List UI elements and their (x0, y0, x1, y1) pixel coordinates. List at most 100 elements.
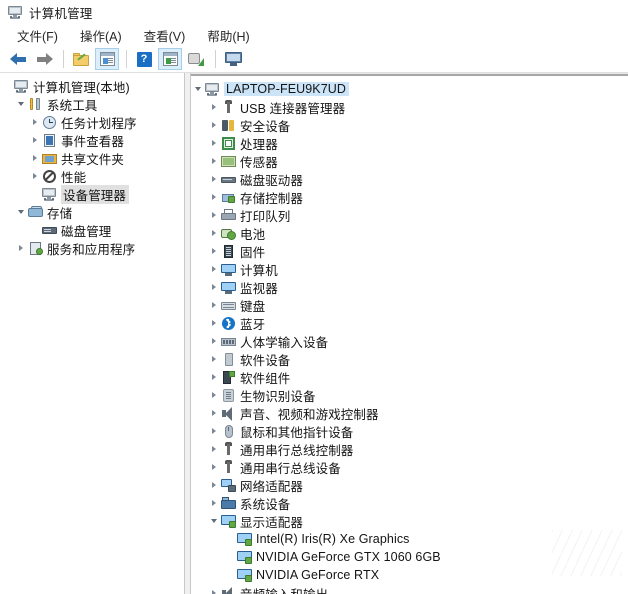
device-category-biometric-devices[interactable]: 生物识别设备 (191, 386, 628, 404)
device-category-bluetooth[interactable]: 蓝牙 (191, 314, 628, 332)
device-category-system-devices[interactable]: 系统设备 (191, 494, 628, 512)
chevron-right-icon[interactable] (211, 230, 216, 236)
scan-hardware-button[interactable] (221, 48, 245, 70)
expander[interactable] (207, 152, 220, 170)
menu-help[interactable]: 帮助(H) (198, 24, 258, 47)
expander[interactable] (14, 203, 27, 221)
expander[interactable] (207, 98, 220, 116)
expander[interactable] (207, 368, 220, 386)
expander[interactable] (207, 476, 220, 494)
device-category-computer[interactable]: 计算机 (191, 260, 628, 278)
chevron-down-icon[interactable] (210, 519, 217, 523)
tree-item-disk-management[interactable]: 磁盘管理 (0, 221, 183, 239)
expander[interactable] (14, 239, 27, 257)
expander[interactable] (207, 134, 220, 152)
tree-item-event-viewer[interactable]: 事件查看器 (0, 131, 183, 149)
device-category-storage-controllers[interactable]: 存储控制器 (191, 188, 628, 206)
tree-item-system-tools[interactable]: 系统工具 (0, 95, 183, 113)
device-category-processors[interactable]: 处理器 (191, 134, 628, 152)
chevron-down-icon[interactable] (17, 210, 24, 214)
chevron-right-icon[interactable] (211, 176, 216, 182)
chevron-right-icon[interactable] (211, 590, 216, 594)
chevron-right-icon[interactable] (211, 104, 216, 110)
expander[interactable] (207, 584, 220, 594)
chevron-right-icon[interactable] (211, 482, 216, 488)
expander[interactable] (28, 167, 41, 185)
chevron-right-icon[interactable] (211, 374, 216, 380)
expander[interactable] (207, 278, 220, 296)
chevron-right-icon[interactable] (211, 266, 216, 272)
device-category-usb-controllers[interactable]: 通用串行总线控制器 (191, 440, 628, 458)
device-category-hid[interactable]: 人体学输入设备 (191, 332, 628, 350)
chevron-right-icon[interactable] (32, 173, 37, 179)
chevron-right-icon[interactable] (211, 356, 216, 362)
expander[interactable] (207, 458, 220, 476)
device-category-monitors[interactable]: 监视器 (191, 278, 628, 296)
chevron-right-icon[interactable] (211, 194, 216, 200)
show-hide-tree-button[interactable] (95, 48, 119, 70)
chevron-right-icon[interactable] (211, 320, 216, 326)
expander[interactable] (207, 206, 220, 224)
expander[interactable] (207, 404, 220, 422)
device-category-mice[interactable]: 鼠标和其他指针设备 (191, 422, 628, 440)
chevron-right-icon[interactable] (211, 464, 216, 470)
expander[interactable] (207, 260, 220, 278)
back-button[interactable] (6, 48, 30, 70)
device-category-audio-inputs-outputs[interactable]: 音频输入和输出 (191, 584, 628, 594)
expander[interactable] (191, 80, 204, 98)
device-category-usb-devices[interactable]: 通用串行总线设备 (191, 458, 628, 476)
up-folder-button[interactable] (69, 48, 93, 70)
device-category-sensors[interactable]: 传感器 (191, 152, 628, 170)
expander[interactable] (207, 494, 220, 512)
chevron-right-icon[interactable] (211, 140, 216, 146)
expander[interactable] (207, 440, 220, 458)
expander[interactable] (28, 113, 41, 131)
device-category-firmware[interactable]: 固件 (191, 242, 628, 260)
properties-button[interactable] (158, 48, 182, 70)
expander[interactable] (207, 170, 220, 188)
chevron-right-icon[interactable] (32, 155, 37, 161)
chevron-right-icon[interactable] (211, 302, 216, 308)
expander[interactable] (207, 422, 220, 440)
device-category-network-adapters[interactable]: 网络适配器 (191, 476, 628, 494)
expander[interactable] (28, 131, 41, 149)
chevron-right-icon[interactable] (211, 392, 216, 398)
expander[interactable] (207, 188, 220, 206)
tree-item-task-scheduler[interactable]: 任务计划程序 (0, 113, 183, 131)
chevron-right-icon[interactable] (211, 446, 216, 452)
chevron-right-icon[interactable] (211, 428, 216, 434)
expander[interactable] (207, 314, 220, 332)
expander[interactable] (14, 95, 27, 113)
chevron-right-icon[interactable] (211, 158, 216, 164)
device-category-disk-drives[interactable]: 磁盘驱动器 (191, 170, 628, 188)
tree-item-device-manager[interactable]: 设备管理器 (0, 184, 183, 204)
device-manager-pane[interactable]: LAPTOP-FEU9K7UD USB 连接器管理器 安全设备 处理器 传感器 磁盘驱动器… (191, 73, 628, 594)
expander[interactable] (207, 242, 220, 260)
tree-item-shared-folders[interactable]: 共享文件夹 (0, 149, 183, 167)
console-tree-root[interactable]: 计算机管理(本地) (0, 77, 183, 95)
chevron-right-icon[interactable] (211, 248, 216, 254)
device-category-keyboards[interactable]: 键盘 (191, 296, 628, 314)
refresh-button[interactable] (184, 48, 208, 70)
device-category-print-queues[interactable]: 打印队列 (191, 206, 628, 224)
chevron-right-icon[interactable] (211, 212, 216, 218)
chevron-right-icon[interactable] (211, 500, 216, 506)
menu-file[interactable]: 文件(F) (8, 24, 67, 47)
device-category-software-devices[interactable]: 软件设备 (191, 350, 628, 368)
console-tree-pane[interactable]: 计算机管理(本地) 系统工具 任务计划程序 事件查看器 共享文件夹 性能 设备管理器 存储 磁盘… (0, 73, 184, 594)
pane-splitter[interactable] (184, 73, 191, 594)
chevron-right-icon[interactable] (18, 245, 23, 251)
device-tree-root[interactable]: LAPTOP-FEU9K7UD (191, 80, 628, 98)
help-button[interactable]: ? (132, 48, 156, 70)
chevron-right-icon[interactable] (211, 338, 216, 344)
chevron-right-icon[interactable] (32, 137, 37, 143)
chevron-right-icon[interactable] (211, 122, 216, 128)
chevron-down-icon[interactable] (17, 102, 24, 106)
chevron-right-icon[interactable] (211, 410, 216, 416)
chevron-down-icon[interactable] (194, 87, 201, 91)
device-category-display-adapters[interactable]: 显示适配器 (191, 512, 628, 530)
expander[interactable] (207, 296, 220, 314)
device-category-usb-connector-manager[interactable]: USB 连接器管理器 (191, 98, 628, 116)
tree-item-performance[interactable]: 性能 (0, 167, 183, 185)
expander[interactable] (207, 512, 220, 530)
